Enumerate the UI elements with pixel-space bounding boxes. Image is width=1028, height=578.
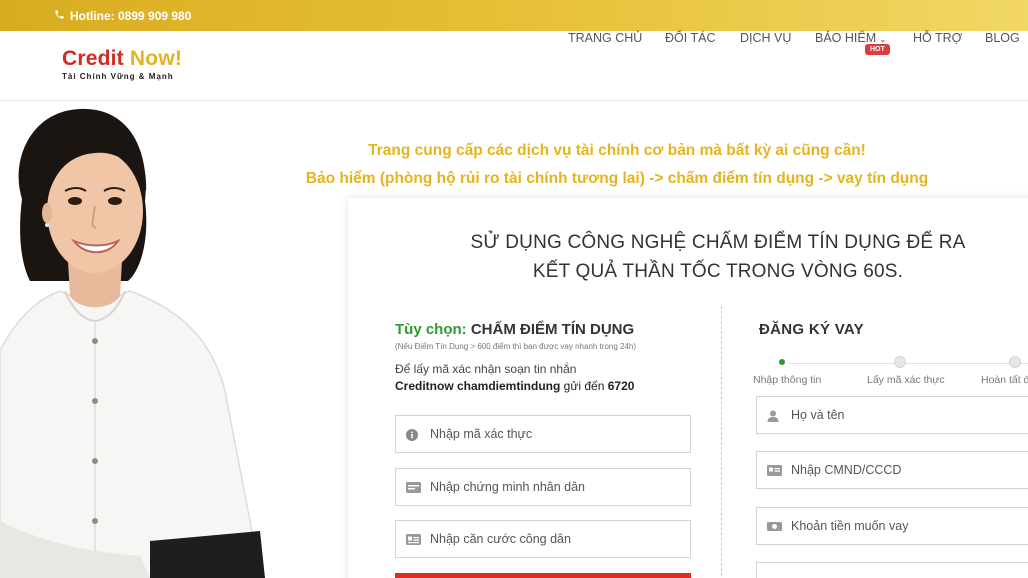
- citizen-id-placeholder: Nhập căn cước công dân: [430, 532, 571, 546]
- id-card-icon: [406, 481, 421, 493]
- credit-score-note: (Nếu Điểm Tín Dụng > 600 điểm thì bạn đư…: [395, 342, 637, 351]
- step-2-label: Lấy mã xác thực: [867, 374, 945, 386]
- loan-amount-input[interactable]: Khoản tiền muốn vay: [756, 507, 1028, 545]
- cmnd-cccd-input[interactable]: Nhập CMND/CCCD: [756, 451, 1028, 489]
- hot-badge: HOT: [865, 44, 890, 55]
- full-name-placeholder: Họ và tên: [791, 408, 845, 422]
- column-divider: [721, 306, 722, 578]
- hero-tagline-1: Trang cung cấp các dịch vụ tài chính cơ …: [368, 142, 866, 159]
- full-name-input[interactable]: Họ và tên: [756, 396, 1028, 434]
- hero-tagline-2: Bảo hiểm (phòng hộ rủi ro tài chính tươn…: [305, 170, 929, 187]
- logo-wordmark: Credit Now!: [62, 47, 183, 70]
- phone-icon: [54, 9, 66, 23]
- step-1-label: Nhập thông tin: [753, 374, 822, 386]
- step-1-dot: [776, 356, 788, 368]
- card-title-line-2: KẾT QUẢ THẦN TỐC TRONG VÒNG 60S.: [532, 261, 904, 282]
- loan-register-title: ĐĂNG KÝ VAY: [759, 321, 864, 338]
- loan-register-section: ĐĂNG KÝ VAY: [759, 321, 1028, 338]
- nav-item-blog[interactable]: BLOG: [985, 31, 1020, 45]
- logo-tagline: Tài Chính Vững & Mạnh: [62, 72, 174, 81]
- sms-syntax: Creditnow chamdiemtindung gửi đến 6720: [395, 379, 635, 393]
- id-card-input[interactable]: Nhập chứng minh nhân dân: [395, 468, 691, 506]
- chevron-down-icon: ⌄: [879, 34, 887, 44]
- nav-item-home[interactable]: TRANG CHỦ: [568, 31, 642, 45]
- step-2-dot: [894, 356, 906, 368]
- next-field-input[interactable]: [756, 562, 1028, 578]
- logo[interactable]: Credit Now! Tài Chính Vững & Mạnh: [62, 47, 183, 82]
- info-icon: [406, 428, 420, 441]
- verification-code-placeholder: Nhập mã xác thực: [430, 427, 533, 441]
- citizen-id-input[interactable]: Nhập căn cước công dân: [395, 520, 691, 558]
- submit-button[interactable]: [395, 573, 691, 578]
- id-card-icon: [767, 464, 782, 476]
- credit-score-heading: Tùy chọn: CHẤM ĐIỂM TÍN DỤNG: [395, 321, 635, 338]
- hotline[interactable]: Hotline: 0899 909 980: [54, 9, 191, 23]
- money-icon: [767, 521, 782, 532]
- hotline-text: Hotline: 0899 909 980: [70, 8, 192, 23]
- nav-item-insurance-label: BẢO HIỂM: [815, 31, 877, 45]
- sms-instruction: Để lấy mã xác nhận soạn tin nhắn: [395, 362, 577, 376]
- step-3-dot: [1009, 356, 1021, 368]
- topbar: Hotline: 0899 909 980: [0, 0, 1028, 31]
- cmnd-cccd-placeholder: Nhập CMND/CCCD: [791, 463, 902, 477]
- citizen-id-icon: [406, 533, 421, 545]
- nav-item-insurance[interactable]: BẢO HIỂM ⌄: [815, 31, 887, 45]
- nav-item-partners[interactable]: ĐỐI TÁC: [665, 31, 715, 45]
- nav-item-support[interactable]: HỖ TRỢ: [913, 31, 962, 45]
- id-card-placeholder: Nhập chứng minh nhân dân: [430, 480, 586, 494]
- card-title-line-1: SỬ DỤNG CÔNG NGHỆ CHẤM ĐIỂM TÍN DỤNG ĐỂ …: [470, 232, 966, 253]
- step-3-label: Hoàn tất đ: [981, 374, 1028, 386]
- loan-amount-placeholder: Khoản tiền muốn vay: [791, 519, 909, 533]
- credit-score-section: Tùy chọn: CHẤM ĐIỂM TÍN DỤNG (Nếu Điểm T…: [395, 321, 695, 393]
- verification-code-input[interactable]: Nhập mã xác thực: [395, 415, 691, 453]
- user-icon: [767, 410, 781, 422]
- main-nav: TRANG CHỦ ĐỐI TÁC DỊCH VỤ BẢO HIỂM ⌄ HỖ T…: [0, 29, 1028, 45]
- nav-item-services[interactable]: DỊCH VỤ: [740, 31, 791, 45]
